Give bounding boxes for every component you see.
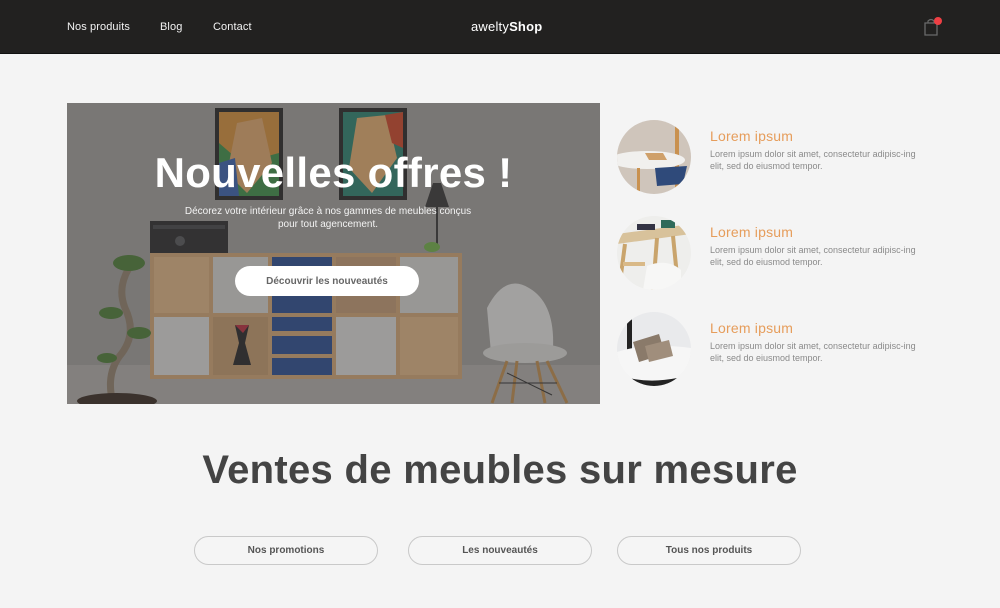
feature-image-desk <box>617 216 691 290</box>
top-navbar: Nos produits Blog Contact aweltyShop <box>0 0 1000 54</box>
brand-logo[interactable]: aweltyShop <box>471 19 542 34</box>
brand-light: awelty <box>471 19 510 34</box>
discover-new-button[interactable]: Découvrir les nouveautés <box>235 266 419 296</box>
cart-badge <box>934 17 942 25</box>
new-arrivals-button[interactable]: Les nouveautés <box>408 536 592 565</box>
hero-subtitle: Décorez votre intérieur grâce à nos gamm… <box>184 206 472 230</box>
hero-banner: Nouvelles offres ! Décorez votre intérie… <box>67 103 600 404</box>
brand-bold: Shop <box>509 19 543 34</box>
feature-item: Lorem ipsum Lorem ipsum dolor sit amet, … <box>617 312 947 388</box>
feature-text: Lorem ipsum dolor sit amet, consectetur … <box>710 245 916 267</box>
feature-title: Lorem ipsum <box>710 128 794 144</box>
feature-item: Lorem ipsum Lorem ipsum dolor sit amet, … <box>617 216 947 292</box>
nav-link-contact[interactable]: Contact <box>213 21 252 33</box>
feature-item: Lorem ipsum Lorem ipsum dolor sit amet, … <box>617 120 947 196</box>
nav-link-blog[interactable]: Blog <box>160 21 182 33</box>
all-products-button[interactable]: Tous nos produits <box>617 536 801 565</box>
nav-link-nos-produits[interactable]: Nos produits <box>67 21 130 33</box>
feature-image-sofa <box>617 312 691 386</box>
cart-button[interactable] <box>923 17 943 39</box>
section-title: Ventes de meubles sur mesure <box>202 448 798 492</box>
feature-text: Lorem ipsum dolor sit amet, consectetur … <box>710 149 916 171</box>
promotions-button[interactable]: Nos promotions <box>194 536 378 565</box>
feature-text: Lorem ipsum dolor sit amet, consectetur … <box>710 341 916 363</box>
feature-title: Lorem ipsum <box>710 320 794 336</box>
hero-title: Nouvelles offres ! <box>154 149 513 196</box>
feature-image-chair-table <box>617 120 691 194</box>
feature-title: Lorem ipsum <box>710 224 794 240</box>
